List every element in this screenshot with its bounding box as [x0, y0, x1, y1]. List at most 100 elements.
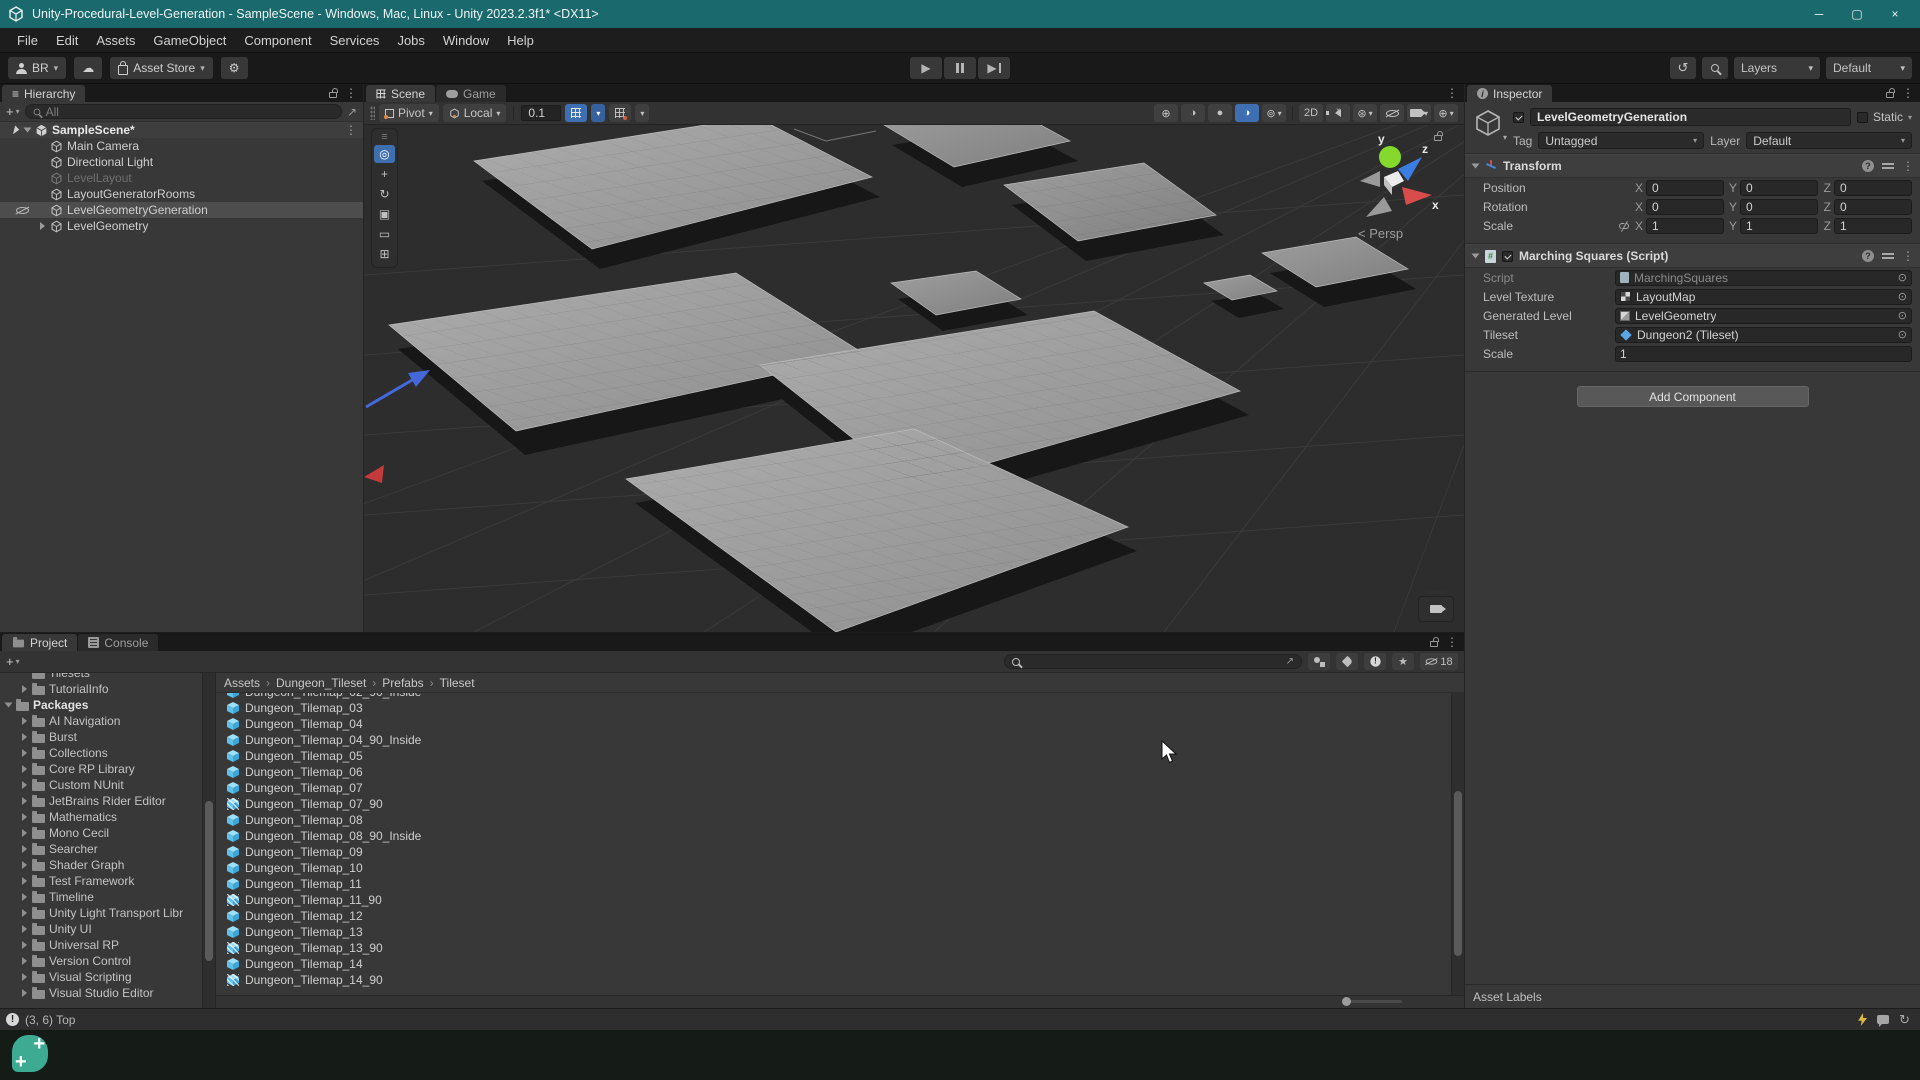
foldout-open-icon[interactable] [23, 126, 31, 134]
cloud-button[interactable]: ☁ [74, 57, 102, 79]
hierarchy-item[interactable]: LevelLayout [0, 170, 363, 186]
create-object-button[interactable]: + ▾ [6, 104, 20, 119]
menu-item[interactable]: Edit [47, 33, 87, 48]
project-file-item[interactable]: Dungeon_Tilemap_13 [216, 924, 1451, 940]
component-enabled-checkbox[interactable] [1502, 251, 1513, 262]
project-file-item[interactable]: Dungeon_Tilemap_06 [216, 764, 1451, 780]
chevron-down-icon[interactable]: ▾ [1908, 113, 1912, 122]
project-tree-item[interactable]: Core RP Library [0, 761, 202, 777]
x-field[interactable]: 0 [1646, 180, 1724, 196]
hierarchy-item[interactable]: LayoutGeneratorRooms [0, 186, 363, 202]
pause-button[interactable] [944, 57, 976, 79]
project-tree-item[interactable]: Mono Cecil [0, 825, 202, 841]
project-file-item[interactable]: Dungeon_Tilemap_13_90 [216, 940, 1451, 956]
scene-tool-button[interactable]: ↻ [374, 185, 395, 203]
project-file-item[interactable]: Dungeon_Tilemap_09 [216, 844, 1451, 860]
status-message[interactable]: (3, 6) Top [25, 1013, 75, 1027]
maximize-button[interactable]: ▢ [1840, 3, 1874, 25]
kebab-menu-icon[interactable]: ⋮ [1446, 635, 1458, 649]
menu-item[interactable]: Services [321, 33, 389, 48]
project-tree-item[interactable]: JetBrains Rider Editor [0, 793, 202, 809]
hierarchy-item[interactable]: Main Camera [0, 138, 363, 154]
breadcrumb-item[interactable]: Assets › [224, 676, 270, 690]
tree-scrollbar[interactable] [202, 673, 215, 1008]
foldout-icon[interactable] [20, 673, 28, 677]
grid-snap-dropdown[interactable]: ▾ [591, 104, 605, 122]
foldout-icon[interactable] [20, 989, 28, 997]
hierarchy-item[interactable]: LevelGeometry [0, 218, 363, 234]
layer-dropdown[interactable]: Default ▾ [1746, 132, 1912, 149]
project-file-item[interactable]: Dungeon_Tilemap_04 [216, 716, 1451, 732]
menu-item[interactable]: Jobs [388, 33, 433, 48]
collab-chat-icon[interactable] [1877, 1015, 1889, 1024]
unlock-icon[interactable] [1886, 92, 1894, 98]
foldout-icon[interactable] [20, 733, 28, 741]
orientation-gizmo[interactable]: y z x < Persp [1346, 129, 1442, 241]
kebab-menu-icon[interactable]: ⋮ [1446, 86, 1458, 100]
menu-item[interactable]: Assets [87, 33, 144, 48]
foldout-icon[interactable] [20, 829, 28, 837]
camera-preview-overlay[interactable] [1418, 596, 1454, 622]
object-name-field[interactable]: LevelGeometryGeneration [1530, 108, 1851, 126]
hierarchy-item[interactable]: Directional Light [0, 154, 363, 170]
foldout-icon[interactable] [20, 973, 28, 981]
project-tree-item[interactable]: Collections [0, 745, 202, 761]
foldout-icon[interactable] [38, 222, 46, 230]
tab-console[interactable]: Console [78, 634, 158, 651]
static-checkbox[interactable] [1857, 112, 1868, 123]
project-file-item[interactable]: Dungeon_Tilemap_10 [216, 860, 1451, 876]
foldout-icon[interactable] [20, 941, 28, 949]
undo-history-button[interactable]: ↺ [1670, 57, 1696, 79]
project-tree-item[interactable]: Burst [0, 729, 202, 745]
foldout-icon[interactable] [20, 957, 28, 965]
scene-tool-button[interactable]: ▣ [374, 205, 395, 223]
hierarchy-item[interactable]: LevelGeometryGeneration [0, 202, 363, 218]
menu-item[interactable]: Component [235, 33, 320, 48]
project-tree-item[interactable]: AI Navigation [0, 713, 202, 729]
breadcrumb-item[interactable]: Dungeon_Tileset › [276, 676, 376, 690]
perspective-label[interactable]: < Persp [1358, 226, 1403, 241]
object-field[interactable]: LevelGeometry ⊙ [1615, 308, 1912, 324]
light-toggle-button[interactable]: ● [1208, 104, 1232, 122]
eye-slash-icon[interactable] [16, 206, 29, 215]
foldout-icon[interactable] [20, 717, 28, 725]
gizmo-z-label[interactable]: z [1422, 142, 1428, 156]
scene-tool-button[interactable]: ◎ [374, 145, 395, 163]
project-tree-item[interactable]: Tilesets [0, 673, 202, 681]
foldout-icon[interactable] [20, 781, 28, 789]
snap-increment-dropdown[interactable]: ▾ [635, 104, 649, 122]
tab-project[interactable]: Project [2, 634, 77, 651]
menu-item[interactable]: GameObject [144, 33, 235, 48]
icon-size-slider[interactable] [1342, 1000, 1402, 1003]
activity-lightning-icon[interactable] [1858, 1013, 1867, 1026]
tab-hierarchy[interactable]: ≡ Hierarchy [2, 85, 85, 102]
menu-item[interactable]: Window [434, 33, 498, 48]
hierarchy-search-input[interactable]: All [25, 104, 342, 119]
y-field[interactable]: 0 [1740, 180, 1818, 196]
z-field[interactable]: 0 [1834, 180, 1912, 196]
account-button[interactable]: BR ▾ [8, 57, 66, 79]
foldout-icon[interactable] [20, 909, 28, 917]
breadcrumb-item[interactable]: Prefabs › [382, 676, 433, 690]
foldout-icon[interactable] [20, 813, 28, 821]
preferences-button[interactable]: ⚙ [221, 57, 248, 79]
foldout-icon[interactable] [20, 925, 28, 933]
breadcrumb-item[interactable]: Tileset › [440, 676, 475, 690]
foldout-icon[interactable] [20, 685, 28, 693]
x-field[interactable]: 1 [1646, 218, 1724, 234]
kebab-menu-icon[interactable]: ⋮ [1902, 249, 1914, 263]
scene-tool-button[interactable]: ▭ [374, 225, 395, 243]
active-checkbox[interactable] [1513, 112, 1524, 123]
layers-dropdown[interactable]: Layers ▾ [1734, 57, 1820, 79]
scene-tool-button[interactable]: ⊞ [374, 245, 395, 263]
scene-tool-button[interactable]: ≡ [374, 131, 395, 143]
tab-game[interactable]: Game [436, 85, 506, 102]
y-field[interactable]: 1 [1740, 218, 1818, 234]
favorites-button[interactable]: ★ [1392, 653, 1414, 670]
lighting-on-button[interactable]: ◑ [1235, 104, 1259, 122]
z-field[interactable]: 1 [1834, 218, 1912, 234]
scrollbar-thumb[interactable] [1454, 791, 1462, 956]
gizmo-x-label[interactable]: x [1432, 198, 1439, 212]
search-by-label-button[interactable] [1336, 653, 1358, 670]
minimize-button[interactable]: ─ [1802, 3, 1836, 25]
